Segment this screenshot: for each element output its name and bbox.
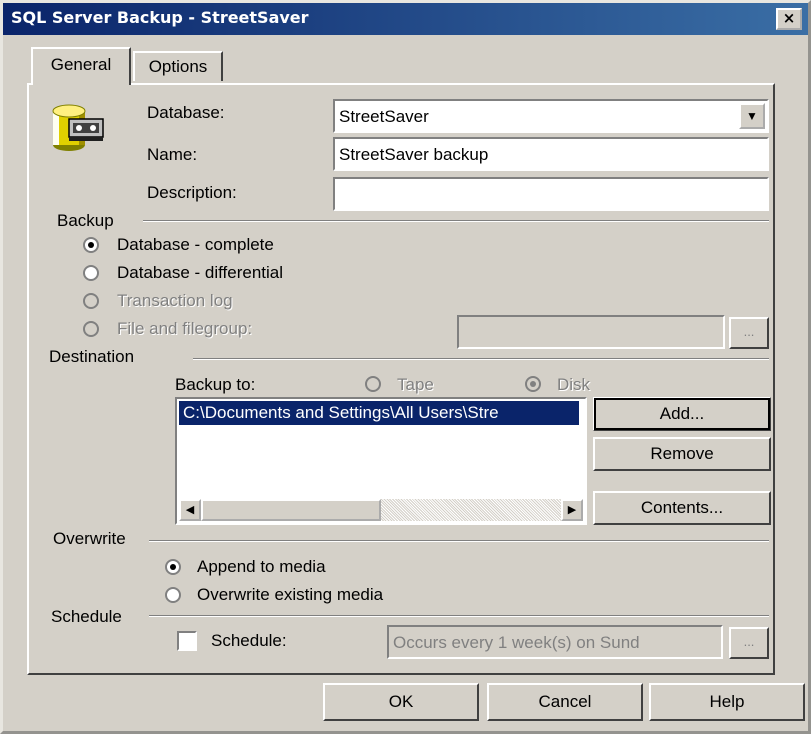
close-button[interactable]: × (776, 8, 802, 30)
radio-database-differential[interactable] (83, 265, 99, 281)
cancel-button[interactable]: Cancel (487, 683, 643, 721)
horizontal-scrollbar[interactable]: ◀ ▶ (179, 499, 583, 521)
schedule-browse-button: ... (729, 627, 769, 659)
overwrite-divider (149, 540, 769, 542)
schedule-group-heading: Schedule (51, 607, 122, 626)
backup-group-heading: Backup (57, 211, 114, 230)
filegroup-browse-button: ... (729, 317, 769, 349)
schedule-checkbox-label: Schedule: (211, 631, 287, 650)
radio-database-complete-label: Database - complete (117, 235, 274, 254)
contents-button[interactable]: Contents... (593, 491, 771, 525)
destination-divider (193, 358, 769, 360)
radio-database-complete[interactable] (83, 237, 99, 253)
radio-disk (525, 376, 541, 392)
remove-destination-button[interactable]: Remove (593, 437, 771, 471)
database-label: Database: (147, 103, 225, 122)
scroll-left-icon[interactable]: ◀ (179, 499, 201, 521)
radio-transaction-log (83, 293, 99, 309)
backup-dialog: SQL Server Backup - StreetSaver × Genera… (0, 0, 811, 734)
description-label: Description: (147, 183, 237, 202)
radio-file-filegroup (83, 321, 99, 337)
schedule-divider (149, 615, 769, 617)
scroll-right-icon[interactable]: ▶ (561, 499, 583, 521)
radio-append-to-media-label: Append to media (197, 557, 326, 576)
radio-append-to-media[interactable] (165, 559, 181, 575)
help-button[interactable]: Help (649, 683, 805, 721)
database-select[interactable]: StreetSaver ▼ (333, 99, 769, 133)
list-item[interactable]: C:\Documents and Settings\All Users\Stre (179, 401, 579, 425)
radio-tape (365, 376, 381, 392)
add-destination-button[interactable]: Add... (593, 397, 771, 431)
chevron-down-icon[interactable]: ▼ (739, 103, 765, 129)
description-field[interactable] (333, 177, 769, 211)
tab-general[interactable]: General (31, 47, 131, 85)
destination-group-heading: Destination (49, 347, 135, 366)
destination-list[interactable]: C:\Documents and Settings\All Users\Stre… (175, 397, 587, 525)
overwrite-group-heading: Overwrite (53, 529, 126, 548)
window-title: SQL Server Backup - StreetSaver (11, 8, 309, 27)
name-label: Name: (147, 145, 198, 164)
radio-database-differential-label: Database - differential (117, 263, 284, 282)
title-bar[interactable]: SQL Server Backup - StreetSaver × (3, 3, 808, 35)
database-select-value: StreetSaver (339, 107, 429, 126)
radio-overwrite-existing-media[interactable] (165, 587, 181, 603)
tab-options[interactable]: Options (133, 51, 223, 81)
scrollbar-thumb[interactable] (201, 499, 381, 521)
filegroup-field (457, 315, 725, 349)
name-field[interactable]: StreetSaver backup (333, 137, 769, 171)
backup-to-label: Backup to: (175, 375, 256, 394)
backup-divider (143, 220, 769, 222)
database-backup-icon (52, 104, 104, 151)
radio-disk-label: Disk (557, 375, 591, 394)
radio-tape-label: Tape (397, 375, 434, 394)
schedule-field: Occurs every 1 week(s) on Sund (387, 625, 723, 659)
radio-overwrite-existing-media-label: Overwrite existing media (197, 585, 384, 604)
ok-button[interactable]: OK (323, 683, 479, 721)
radio-file-filegroup-label: File and filegroup: (117, 319, 253, 338)
radio-transaction-log-label: Transaction log (117, 291, 233, 310)
schedule-checkbox[interactable] (177, 631, 197, 651)
